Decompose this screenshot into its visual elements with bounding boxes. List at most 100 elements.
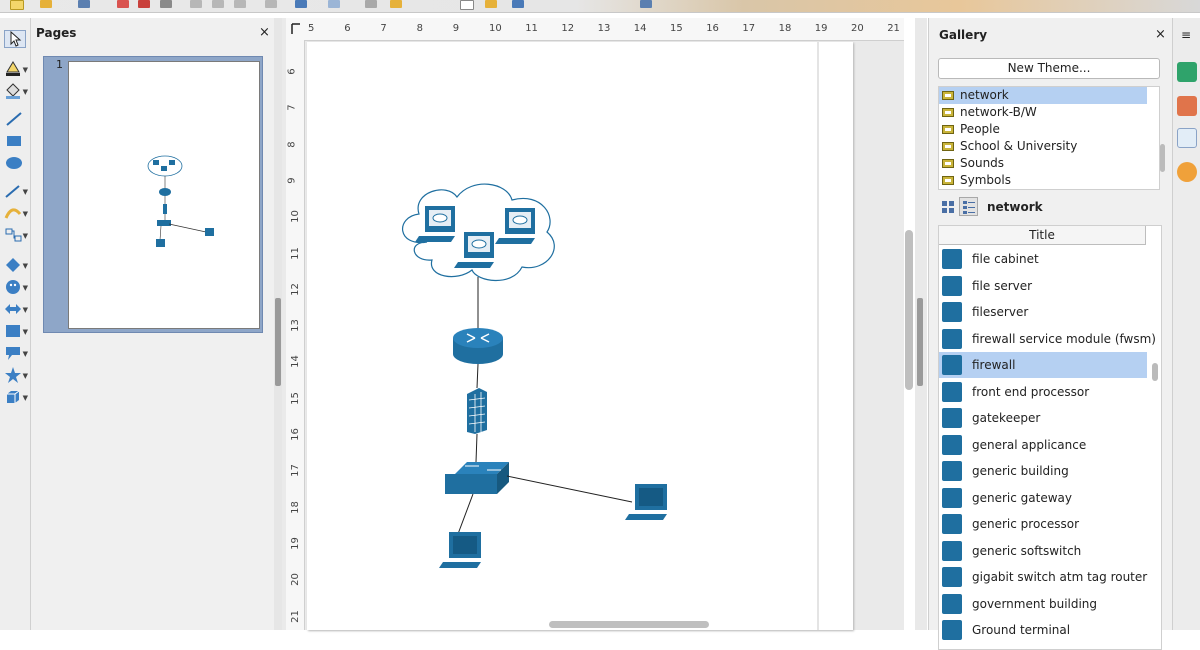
title-column-header[interactable]: Title <box>939 226 1146 245</box>
chevron-down-icon[interactable]: ▼ <box>23 262 28 270</box>
ruler-tick-label: 21 <box>887 23 900 34</box>
gallery-item[interactable]: gigabit switch atm tag router <box>939 564 1147 590</box>
icon-view-icon[interactable] <box>938 197 957 216</box>
chevron-down-icon[interactable]: ▼ <box>23 88 28 96</box>
grid-icon[interactable] <box>365 0 377 8</box>
points-icon[interactable] <box>640 0 652 8</box>
theme-scrollbar-thumb[interactable] <box>1160 144 1165 172</box>
chevron-down-icon[interactable]: ▼ <box>23 394 28 402</box>
select-icon[interactable] <box>4 30 26 48</box>
navigator-icon[interactable] <box>1177 162 1197 182</box>
laptop-icon[interactable] <box>439 532 481 568</box>
callout-icon[interactable]: ▼ <box>4 344 28 362</box>
detailed-view-icon[interactable] <box>959 197 978 216</box>
chevron-down-icon[interactable]: ▼ <box>23 306 28 314</box>
gallery-item[interactable]: generic processor <box>939 511 1147 537</box>
text-icon[interactable] <box>460 0 474 10</box>
paste-icon[interactable] <box>234 0 246 8</box>
fontwork-icon[interactable] <box>485 0 497 8</box>
gallery-item[interactable]: firewall service module (fwsm) <box>939 326 1156 352</box>
redo-icon[interactable] <box>328 0 340 8</box>
gallery-item[interactable]: firewall <box>939 352 1147 378</box>
curve-icon[interactable]: ▼ <box>4 204 28 222</box>
3d-objects-icon[interactable]: ▼ <box>4 388 28 406</box>
gallery-item[interactable]: generic building <box>939 458 1147 484</box>
gallery-item[interactable]: government building <box>939 591 1147 617</box>
close-icon[interactable]: × <box>259 25 270 40</box>
save-icon[interactable] <box>78 0 90 8</box>
transform-icon[interactable] <box>512 0 524 8</box>
chevron-down-icon[interactable]: ▼ <box>23 350 28 358</box>
gallery-item[interactable]: front end processor <box>939 379 1147 405</box>
line-color-icon[interactable]: ▼ <box>4 60 28 78</box>
pages-splitter[interactable] <box>274 18 282 630</box>
ellipse-icon[interactable] <box>4 154 26 172</box>
close-icon[interactable]: × <box>1155 27 1166 42</box>
theme-item[interactable]: Symbols <box>939 172 1147 189</box>
vertical-scrollbar[interactable] <box>905 230 913 390</box>
new-theme-button[interactable]: New Theme... <box>938 58 1160 79</box>
cut-icon[interactable] <box>190 0 202 8</box>
connector-icon[interactable]: ▼ <box>4 226 28 244</box>
open-icon[interactable] <box>40 0 52 8</box>
gallery-item[interactable]: gatekeeper <box>939 405 1147 431</box>
gallery-icon[interactable] <box>1177 128 1197 148</box>
firewall-icon[interactable] <box>467 388 487 434</box>
stars-icon[interactable]: ▼ <box>4 366 28 384</box>
theme-item[interactable]: People <box>939 121 1147 138</box>
chevron-down-icon[interactable]: ▼ <box>23 232 28 240</box>
drawing-page[interactable] <box>307 42 853 630</box>
gallery-splitter[interactable] <box>915 18 927 630</box>
print-icon[interactable] <box>138 0 150 8</box>
items-scrollbar-thumb[interactable] <box>1152 363 1158 381</box>
block-arrows-icon[interactable]: ▼ <box>4 300 28 318</box>
chevron-down-icon[interactable]: ▼ <box>23 372 28 380</box>
new-icon[interactable] <box>10 0 24 10</box>
copy-icon[interactable] <box>212 0 224 8</box>
chevron-down-icon[interactable]: ▼ <box>23 210 28 218</box>
symbol-shapes-icon[interactable]: ▼ <box>4 278 28 296</box>
splitter-handle[interactable] <box>917 298 923 386</box>
theme-item[interactable]: network-B/W <box>939 104 1147 121</box>
gallery-item[interactable]: file cabinet <box>939 246 1147 272</box>
gallery-item[interactable]: general applicance <box>939 432 1147 458</box>
sidebar-menu-icon[interactable]: ≡ <box>1181 28 1191 42</box>
page-thumbnail[interactable]: 1 <box>43 56 263 333</box>
basic-shapes-icon[interactable]: ▼ <box>4 256 28 274</box>
theme-item[interactable]: network <box>939 87 1147 104</box>
lines-arrows-icon[interactable]: ▼ <box>4 182 28 200</box>
tab-stop-corner[interactable] <box>286 18 304 40</box>
chevron-down-icon[interactable]: ▼ <box>23 188 28 196</box>
gallery-item[interactable]: Ground terminal <box>939 617 1147 643</box>
theme-item[interactable]: Sounds <box>939 155 1147 172</box>
router-icon[interactable] <box>453 328 503 364</box>
fill-color-icon[interactable]: ▼ <box>4 82 28 100</box>
chevron-down-icon[interactable]: ▼ <box>23 284 28 292</box>
rectangle-icon[interactable] <box>4 132 26 150</box>
gallery-item[interactable]: file server <box>939 273 1147 299</box>
theme-label: Sounds <box>960 156 1005 170</box>
theme-item[interactable]: School & University <box>939 138 1147 155</box>
undo-icon[interactable] <box>295 0 307 8</box>
gallery-item[interactable]: fileserver <box>939 299 1147 325</box>
ruler-tick-label: 13 <box>597 23 611 34</box>
export-pdf-icon[interactable] <box>117 0 129 8</box>
splitter-handle[interactable] <box>275 298 281 386</box>
clone-icon[interactable] <box>265 0 277 8</box>
theme-list[interactable]: network network-B/W People School & Univers… <box>938 86 1165 190</box>
ruler-tick-label: 13 <box>289 319 301 332</box>
line-icon[interactable] <box>4 110 26 128</box>
horizontal-scrollbar[interactable] <box>549 621 709 628</box>
helplines-icon[interactable] <box>390 0 402 8</box>
print-preview-icon[interactable] <box>160 0 172 8</box>
styles-icon[interactable] <box>1177 96 1197 116</box>
chevron-down-icon[interactable]: ▼ <box>23 328 28 336</box>
flowchart-icon[interactable]: ▼ <box>4 322 28 340</box>
gallery-item[interactable]: generic gateway <box>939 485 1147 511</box>
switch-icon[interactable] <box>445 462 509 494</box>
gallery-item[interactable]: generic softswitch <box>939 538 1147 564</box>
vertical-ruler[interactable]: 6 7 8 9 10 11 12 13 14 15 16 17 18 19 20 21 <box>286 40 305 630</box>
properties-icon[interactable] <box>1177 62 1197 82</box>
chevron-down-icon[interactable]: ▼ <box>23 66 28 74</box>
horizontal-ruler[interactable]: 5 6 7 8 9 10 11 12 13 14 15 16 17 18 19 20 21 <box>286 18 904 41</box>
